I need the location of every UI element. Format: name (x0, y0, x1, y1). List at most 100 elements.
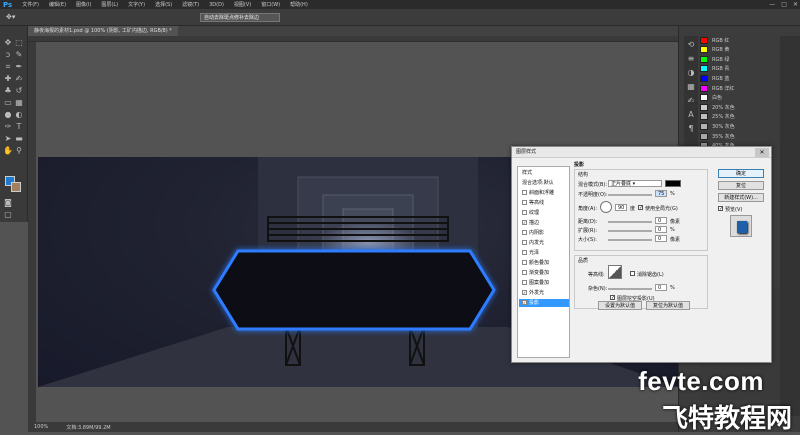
quick-mask-icon[interactable]: ◙ (3, 198, 13, 208)
styles-header[interactable]: 样式 (519, 169, 569, 177)
background-color-swatch[interactable] (11, 182, 21, 192)
style-checkbox[interactable] (522, 280, 527, 285)
style-checkbox[interactable] (522, 200, 527, 205)
style-item[interactable]: 光泽 (519, 249, 569, 257)
style-checkbox[interactable] (522, 250, 527, 255)
brush-tool-icon[interactable]: ✍ (14, 74, 24, 84)
blend-mode-select[interactable]: 正片叠底 ▾ (608, 180, 662, 187)
zoom-level[interactable]: 100% (34, 424, 48, 430)
zoom-tool-icon[interactable]: ⚲ (14, 146, 24, 156)
spread-slider[interactable] (608, 230, 652, 232)
swatch-item[interactable]: 25% 灰色 (700, 113, 778, 121)
style-checkbox[interactable] (522, 260, 527, 265)
global-light-checkbox[interactable]: ✓ (638, 205, 643, 211)
style-checkbox[interactable] (522, 240, 527, 245)
style-item[interactable]: 斜面和浮雕 (519, 189, 569, 197)
style-item[interactable]: 内发光 (519, 239, 569, 247)
angle-dial[interactable] (600, 201, 612, 213)
opacity-field[interactable]: 75 (655, 190, 667, 197)
knockout-checkbox[interactable]: ✓ (610, 295, 615, 301)
swatch-item[interactable]: 20% 灰色 (700, 103, 778, 111)
type-tool-icon[interactable]: T (14, 122, 24, 132)
gradient-tool-icon[interactable]: ▦ (14, 98, 24, 108)
contour-picker[interactable] (608, 265, 622, 279)
swatch-item[interactable]: 30% 灰色 (700, 122, 778, 130)
noise-slider[interactable] (608, 288, 652, 290)
dialog-close-button[interactable]: ✕ (755, 148, 769, 157)
paragraph-icon[interactable]: ¶ (686, 124, 696, 134)
document-tab[interactable]: 静夜海报的素材1.psd @ 100% (阴影, 工矿内描边, RGB/8) * (28, 26, 178, 36)
style-checkbox[interactable] (522, 270, 527, 275)
shadow-color-swatch[interactable] (665, 180, 681, 187)
path-select-icon[interactable]: ➤ (3, 134, 13, 144)
move-icon[interactable]: ✥▾ (6, 13, 15, 21)
minimize-button[interactable]: — (769, 1, 775, 8)
style-item[interactable]: ✓ 投影 (519, 299, 569, 307)
lasso-tool-icon[interactable]: ↄ (3, 50, 13, 60)
pen-tool-icon[interactable]: ✑ (3, 122, 13, 132)
character-icon[interactable]: A (686, 110, 696, 120)
swatches-icon[interactable]: ▦ (686, 82, 696, 92)
style-item[interactable]: 颜色叠加 (519, 259, 569, 267)
noise-field[interactable]: 0 (655, 284, 667, 291)
menu-type[interactable]: 文字(Y) (123, 1, 150, 8)
opacity-slider[interactable] (608, 194, 652, 196)
swatch-item[interactable]: RGB 蓝 (700, 74, 778, 82)
spread-field[interactable]: 0 (655, 226, 667, 233)
maximize-button[interactable]: □ (781, 1, 787, 8)
menu-file[interactable]: 文件(F) (17, 1, 44, 8)
style-checkbox[interactable]: ✓ (522, 300, 527, 305)
dodge-tool-icon[interactable]: ◐ (14, 110, 24, 120)
menu-filter[interactable]: 滤镜(T) (177, 1, 204, 8)
menu-3d[interactable]: 3D(D) (204, 2, 229, 8)
style-item[interactable]: 纹理 (519, 209, 569, 217)
menu-edit[interactable]: 编辑(E) (44, 1, 71, 8)
swatch-item[interactable]: RGB 红 (700, 36, 778, 44)
style-checkbox[interactable] (522, 190, 527, 195)
menu-view[interactable]: 视图(V) (229, 1, 256, 8)
swatch-item[interactable]: 35% 灰色 (700, 132, 778, 140)
ok-button[interactable]: 确定 (718, 169, 764, 178)
distance-field[interactable]: 0 (655, 217, 667, 224)
crop-tool-icon[interactable]: ⌗ (3, 62, 13, 72)
distance-slider[interactable] (608, 221, 652, 223)
swatch-item[interactable]: RGB 洋红 (700, 84, 778, 92)
style-checkbox[interactable]: ✓ (522, 220, 527, 225)
size-field[interactable]: 0 (655, 235, 667, 242)
preview-checkbox[interactable]: ✓ (718, 206, 723, 212)
adjustments-icon[interactable]: ◑ (686, 68, 696, 78)
move-tool-icon[interactable]: ✥ (3, 38, 13, 48)
history-icon[interactable]: ⟲ (686, 40, 696, 50)
stamp-tool-icon[interactable]: ♣ (3, 86, 13, 96)
style-item[interactable]: 等高线 (519, 199, 569, 207)
history-brush-icon[interactable]: ↺ (14, 86, 24, 96)
style-item[interactable]: ✓ 描边 (519, 219, 569, 227)
size-slider[interactable] (608, 239, 652, 241)
menu-select[interactable]: 选择(S) (150, 1, 177, 8)
antialias-checkbox[interactable] (630, 271, 635, 276)
style-item[interactable]: 渐变叠加 (519, 269, 569, 277)
menu-layer[interactable]: 图层(L) (96, 1, 123, 8)
swatch-item[interactable]: RGB 黄 (700, 46, 778, 54)
quick-select-tool-icon[interactable]: ✎ (14, 50, 24, 60)
new-style-button[interactable]: 新建样式(W)... (718, 193, 764, 202)
cancel-button[interactable]: 复位 (718, 181, 764, 190)
healing-tool-icon[interactable]: ✚ (3, 74, 13, 84)
blend-options-item[interactable]: 混合选项:默认 (519, 179, 569, 187)
marquee-tool-icon[interactable]: ⬚ (14, 38, 24, 48)
swatch-item[interactable]: 白色 (700, 94, 778, 102)
eyedropper-tool-icon[interactable]: ✒ (14, 62, 24, 72)
menu-image[interactable]: 图像(I) (71, 1, 96, 8)
style-checkbox[interactable] (522, 210, 527, 215)
blur-tool-icon[interactable]: ● (3, 110, 13, 120)
close-window-button[interactable]: ✕ (793, 1, 798, 8)
angle-field[interactable]: 90 (615, 204, 627, 211)
style-checkbox[interactable] (522, 230, 527, 235)
style-item[interactable]: ✓ 外发光 (519, 289, 569, 297)
set-default-button[interactable]: 设置为默认值 (598, 301, 642, 310)
menu-window[interactable]: 窗口(W) (256, 1, 285, 8)
style-item[interactable]: 内阴影 (519, 229, 569, 237)
swatch-item[interactable]: RGB 青 (700, 65, 778, 73)
style-item[interactable]: 图案叠加 (519, 279, 569, 287)
hand-tool-icon[interactable]: ✋ (3, 146, 13, 156)
